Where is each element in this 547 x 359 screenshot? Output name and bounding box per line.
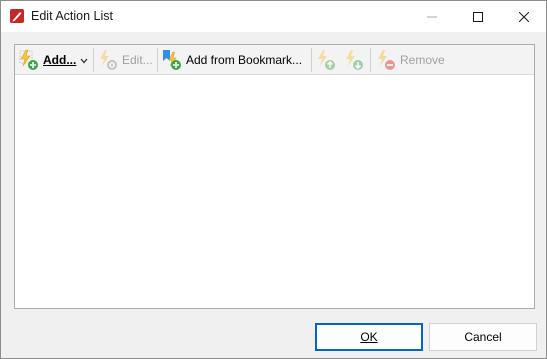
minimize-icon <box>427 12 437 22</box>
edit-button[interactable]: Edit... <box>97 47 153 73</box>
action-toolbar: Add... Edit... Add from Bookmark... Remo… <box>15 45 534 75</box>
lightning-add-icon <box>18 49 40 71</box>
ok-button[interactable]: OK <box>315 323 423 351</box>
edit-action-list-dialog: Edit Action List Add... Edit... Add from… <box>0 0 547 359</box>
lightning-down-icon <box>343 49 365 71</box>
minimize-button[interactable] <box>409 1 455 32</box>
chevron-down-icon <box>76 53 88 67</box>
toolbar-separator <box>157 48 158 72</box>
add-button[interactable]: Add... <box>18 47 88 73</box>
close-button[interactable] <box>501 1 547 32</box>
action-list[interactable] <box>15 75 534 308</box>
maximize-button[interactable] <box>455 1 501 32</box>
remove-button[interactable]: Remove <box>375 47 445 73</box>
title-bar: Edit Action List <box>1 1 546 32</box>
edit-button-label: Edit... <box>122 53 153 67</box>
ok-button-label: OK <box>360 330 378 344</box>
action-list-panel: Add... Edit... Add from Bookmark... Remo… <box>14 44 535 309</box>
toolbar-separator <box>311 48 312 72</box>
remove-button-label: Remove <box>400 53 445 67</box>
maximize-icon <box>473 11 483 22</box>
add-from-bookmark-button[interactable]: Add from Bookmark... <box>161 47 302 73</box>
cancel-button-label: Cancel <box>464 330 502 344</box>
move-up-button[interactable] <box>315 47 337 73</box>
window-title: Edit Action List <box>31 9 113 23</box>
lightning-gear-icon <box>97 49 119 71</box>
add-button-label: Add... <box>43 53 77 67</box>
lightning-up-icon <box>315 49 337 71</box>
lightning-remove-icon <box>375 49 397 71</box>
toolbar-separator <box>93 48 94 72</box>
bookmark-add-icon <box>161 49 183 71</box>
cancel-button[interactable]: Cancel <box>429 323 537 351</box>
move-down-button[interactable] <box>343 47 365 73</box>
toolbar-separator <box>370 48 371 72</box>
close-icon <box>519 11 529 22</box>
pdf-pen-icon <box>10 9 24 23</box>
add-from-bookmark-label: Add from Bookmark... <box>186 53 303 67</box>
